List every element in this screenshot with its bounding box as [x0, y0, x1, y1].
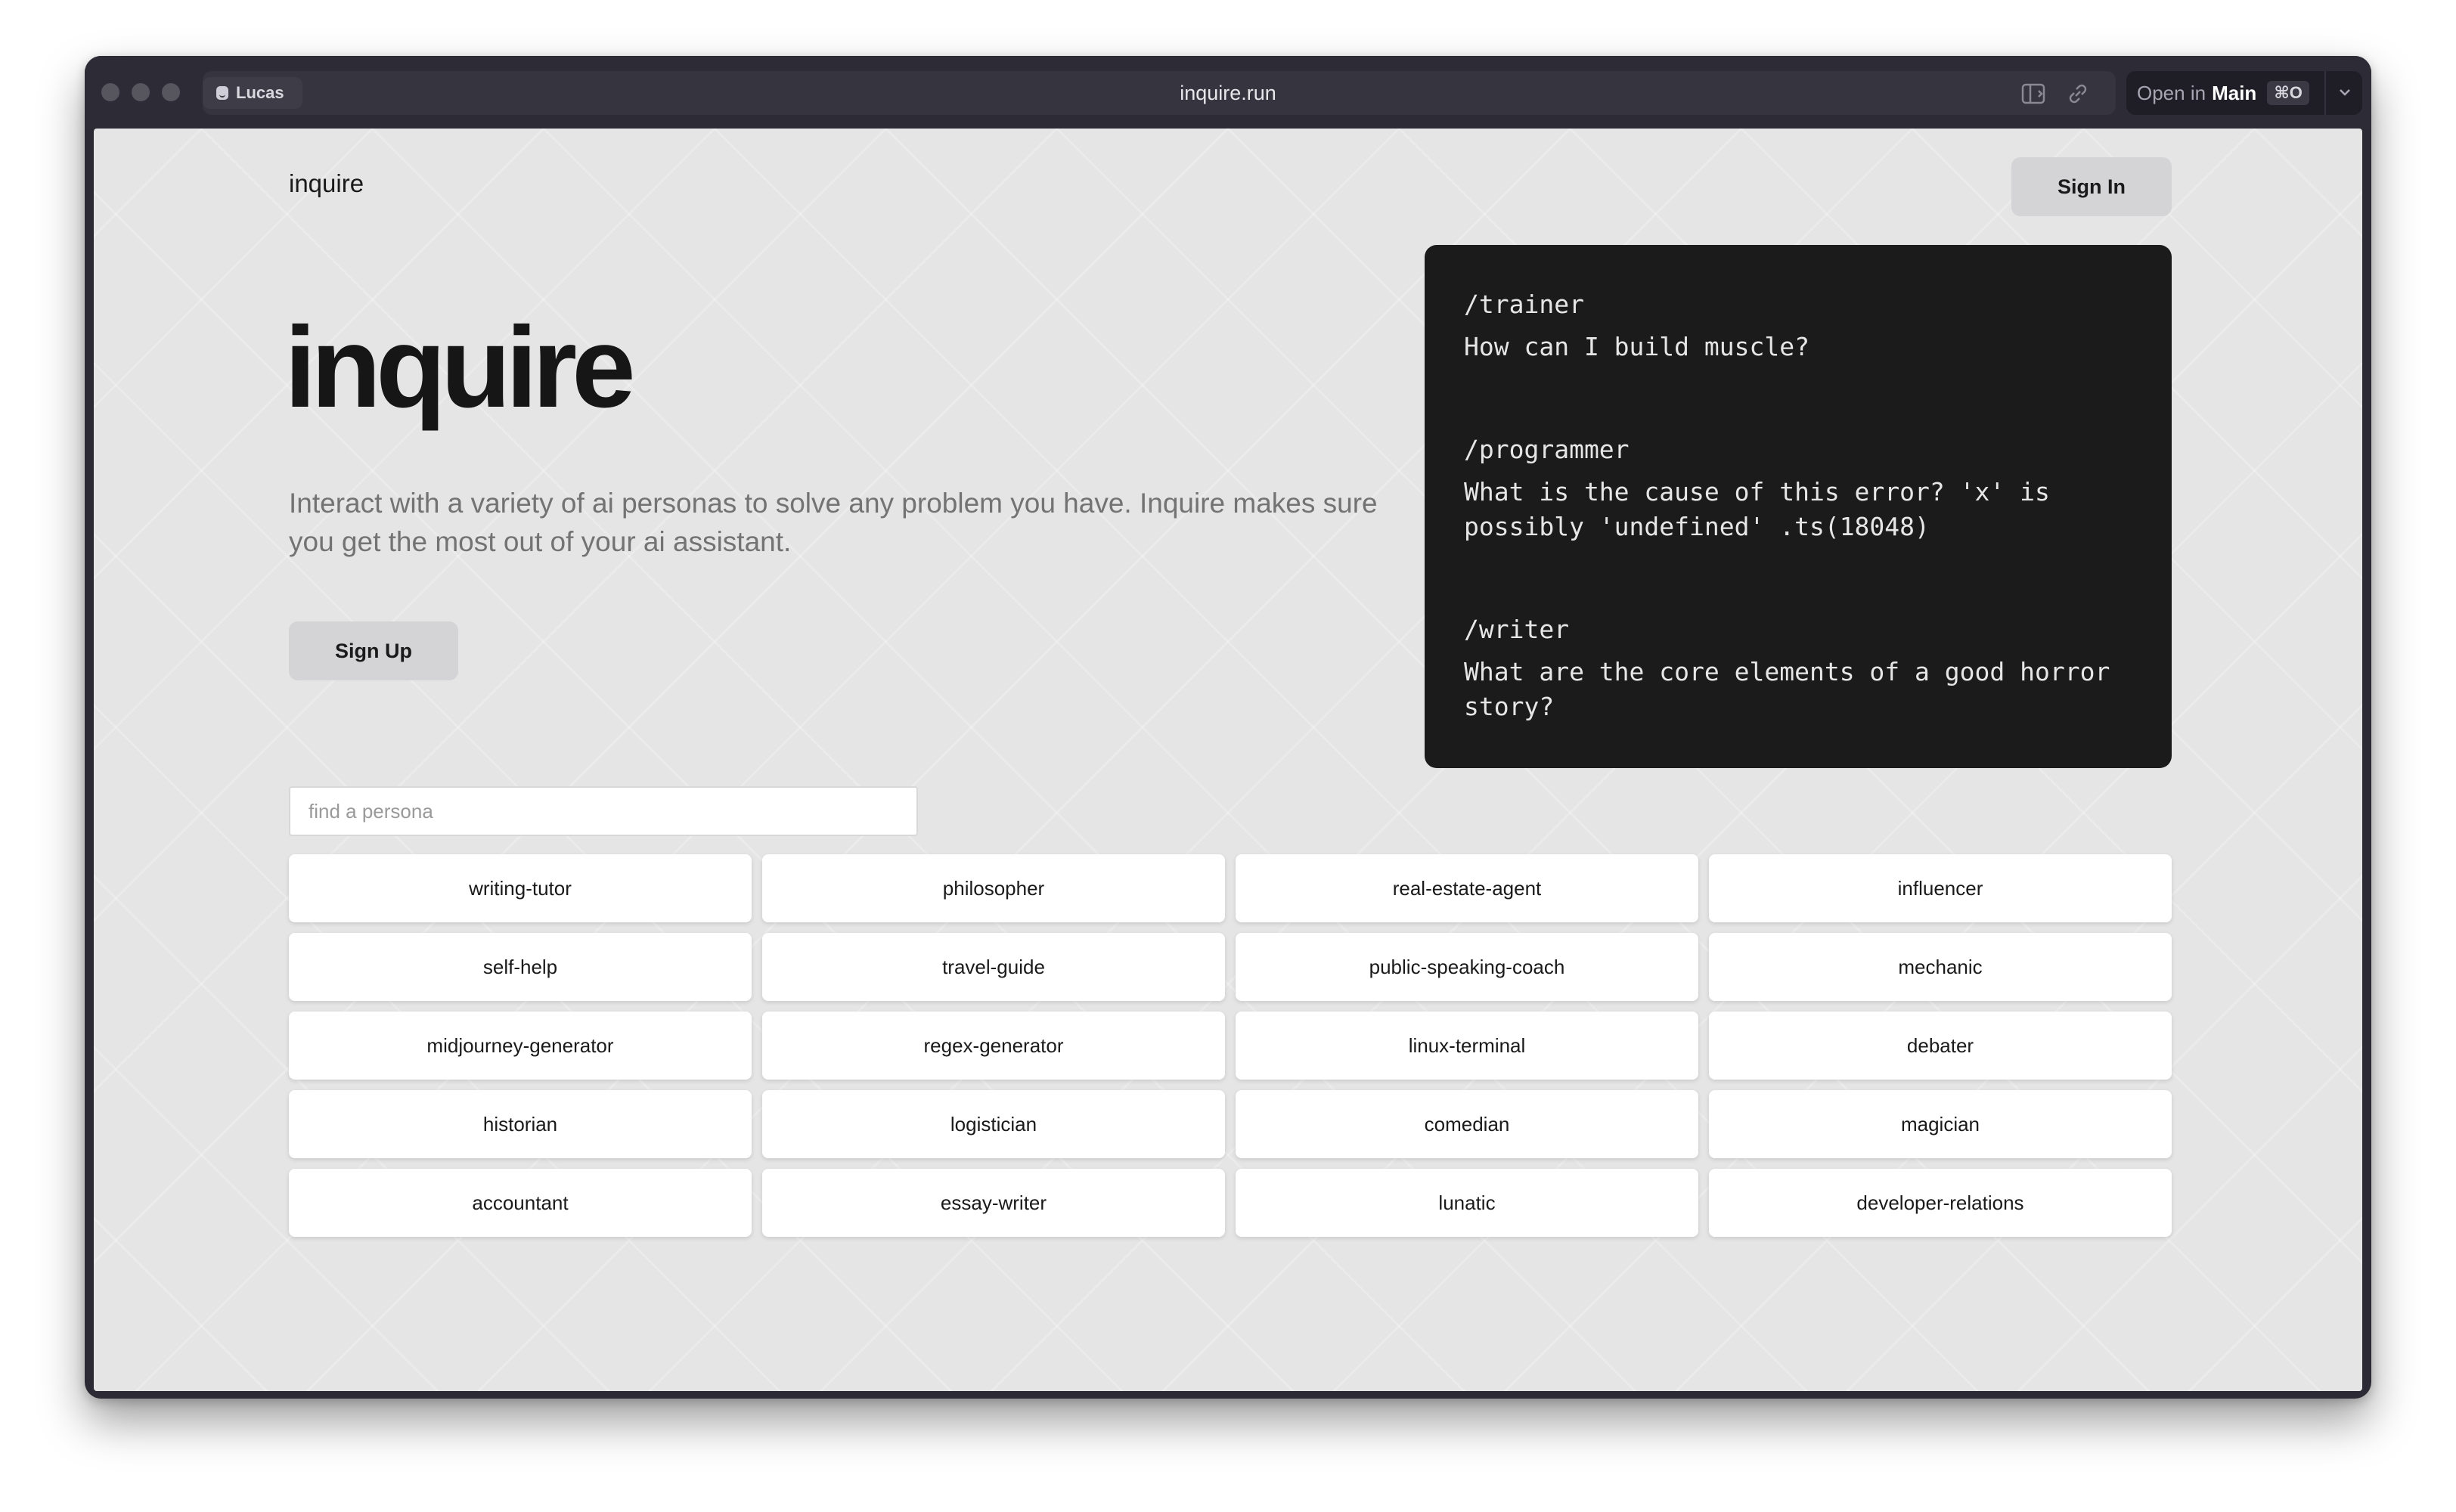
persona-card[interactable]: real-estate-agent — [1236, 854, 1698, 922]
persona-card[interactable]: magician — [1709, 1090, 2172, 1158]
persona-card[interactable]: writing-tutor — [289, 854, 752, 922]
sidebar-toggle-icon[interactable] — [2020, 82, 2048, 106]
persona-card[interactable]: comedian — [1236, 1090, 1698, 1158]
persona-card[interactable]: self-help — [289, 933, 752, 1001]
persona-card[interactable]: influencer — [1709, 854, 2172, 922]
nav-brand[interactable]: inquire — [289, 169, 364, 198]
chevron-down-icon — [2340, 89, 2350, 96]
terminal-question: What are the core elements of a good hor… — [1464, 657, 2110, 721]
persona-card[interactable]: lunatic — [1236, 1169, 1698, 1237]
terminal-command: /trainer — [1464, 290, 1584, 319]
persona-grid: writing-tutor philosopher real-estate-ag… — [289, 854, 2173, 1237]
terminal-question: How can I build muscle? — [1464, 332, 1809, 361]
open-in-main-button[interactable]: Open in Main ⌘O — [2126, 71, 2362, 115]
persona-card[interactable]: logistician — [762, 1090, 1225, 1158]
terminal-entry: /writer What are the core elements of a … — [1464, 612, 2132, 724]
persona-card[interactable]: essay-writer — [762, 1169, 1225, 1237]
persona-card[interactable]: linux-terminal — [1236, 1012, 1698, 1080]
terminal-entry: /trainer How can I build muscle? — [1464, 287, 2132, 364]
persona-card[interactable]: midjourney-generator — [289, 1012, 752, 1080]
terminal-entry: /programmer What is the cause of this er… — [1464, 432, 2132, 544]
open-in-dropdown-button[interactable] — [2324, 71, 2362, 115]
persona-card[interactable]: regex-generator — [762, 1012, 1225, 1080]
persona-card[interactable]: developer-relations — [1709, 1169, 2172, 1237]
link-icon[interactable] — [2064, 82, 2092, 106]
persona-card[interactable]: debater — [1709, 1012, 2172, 1080]
page-content: inquire Sign In inquire Interact with a … — [94, 129, 2362, 1391]
sign-in-button[interactable]: Sign In — [2011, 157, 2172, 216]
terminal-command: /programmer — [1464, 435, 1630, 464]
sign-up-button[interactable]: Sign Up — [289, 621, 458, 680]
browser-titlebar: Lucas inquire.run Open in Main ⌘O — [85, 56, 2371, 129]
persona-card[interactable]: public-speaking-coach — [1236, 933, 1698, 1001]
persona-search-input[interactable] — [289, 786, 918, 836]
open-in-shortcut: ⌘O — [2267, 81, 2309, 105]
example-terminal: /trainer How can I build muscle? /progra… — [1425, 245, 2172, 768]
open-in-prefix: Open in — [2137, 81, 2206, 104]
persona-card[interactable]: travel-guide — [762, 933, 1225, 1001]
terminal-question: What is the cause of this error? 'x' is … — [1464, 477, 2050, 541]
open-in-target: Main — [2212, 81, 2257, 104]
persona-card[interactable]: philosopher — [762, 854, 1225, 922]
persona-card[interactable]: accountant — [289, 1169, 752, 1237]
hero-title: inquire — [284, 303, 636, 432]
persona-card[interactable]: historian — [289, 1090, 752, 1158]
hero-description: Interact with a variety of ai personas t… — [289, 488, 1378, 557]
browser-window: Lucas inquire.run Open in Main ⌘O inquir… — [85, 56, 2371, 1399]
persona-card[interactable]: mechanic — [1709, 933, 2172, 1001]
terminal-command: /writer — [1464, 615, 1570, 644]
